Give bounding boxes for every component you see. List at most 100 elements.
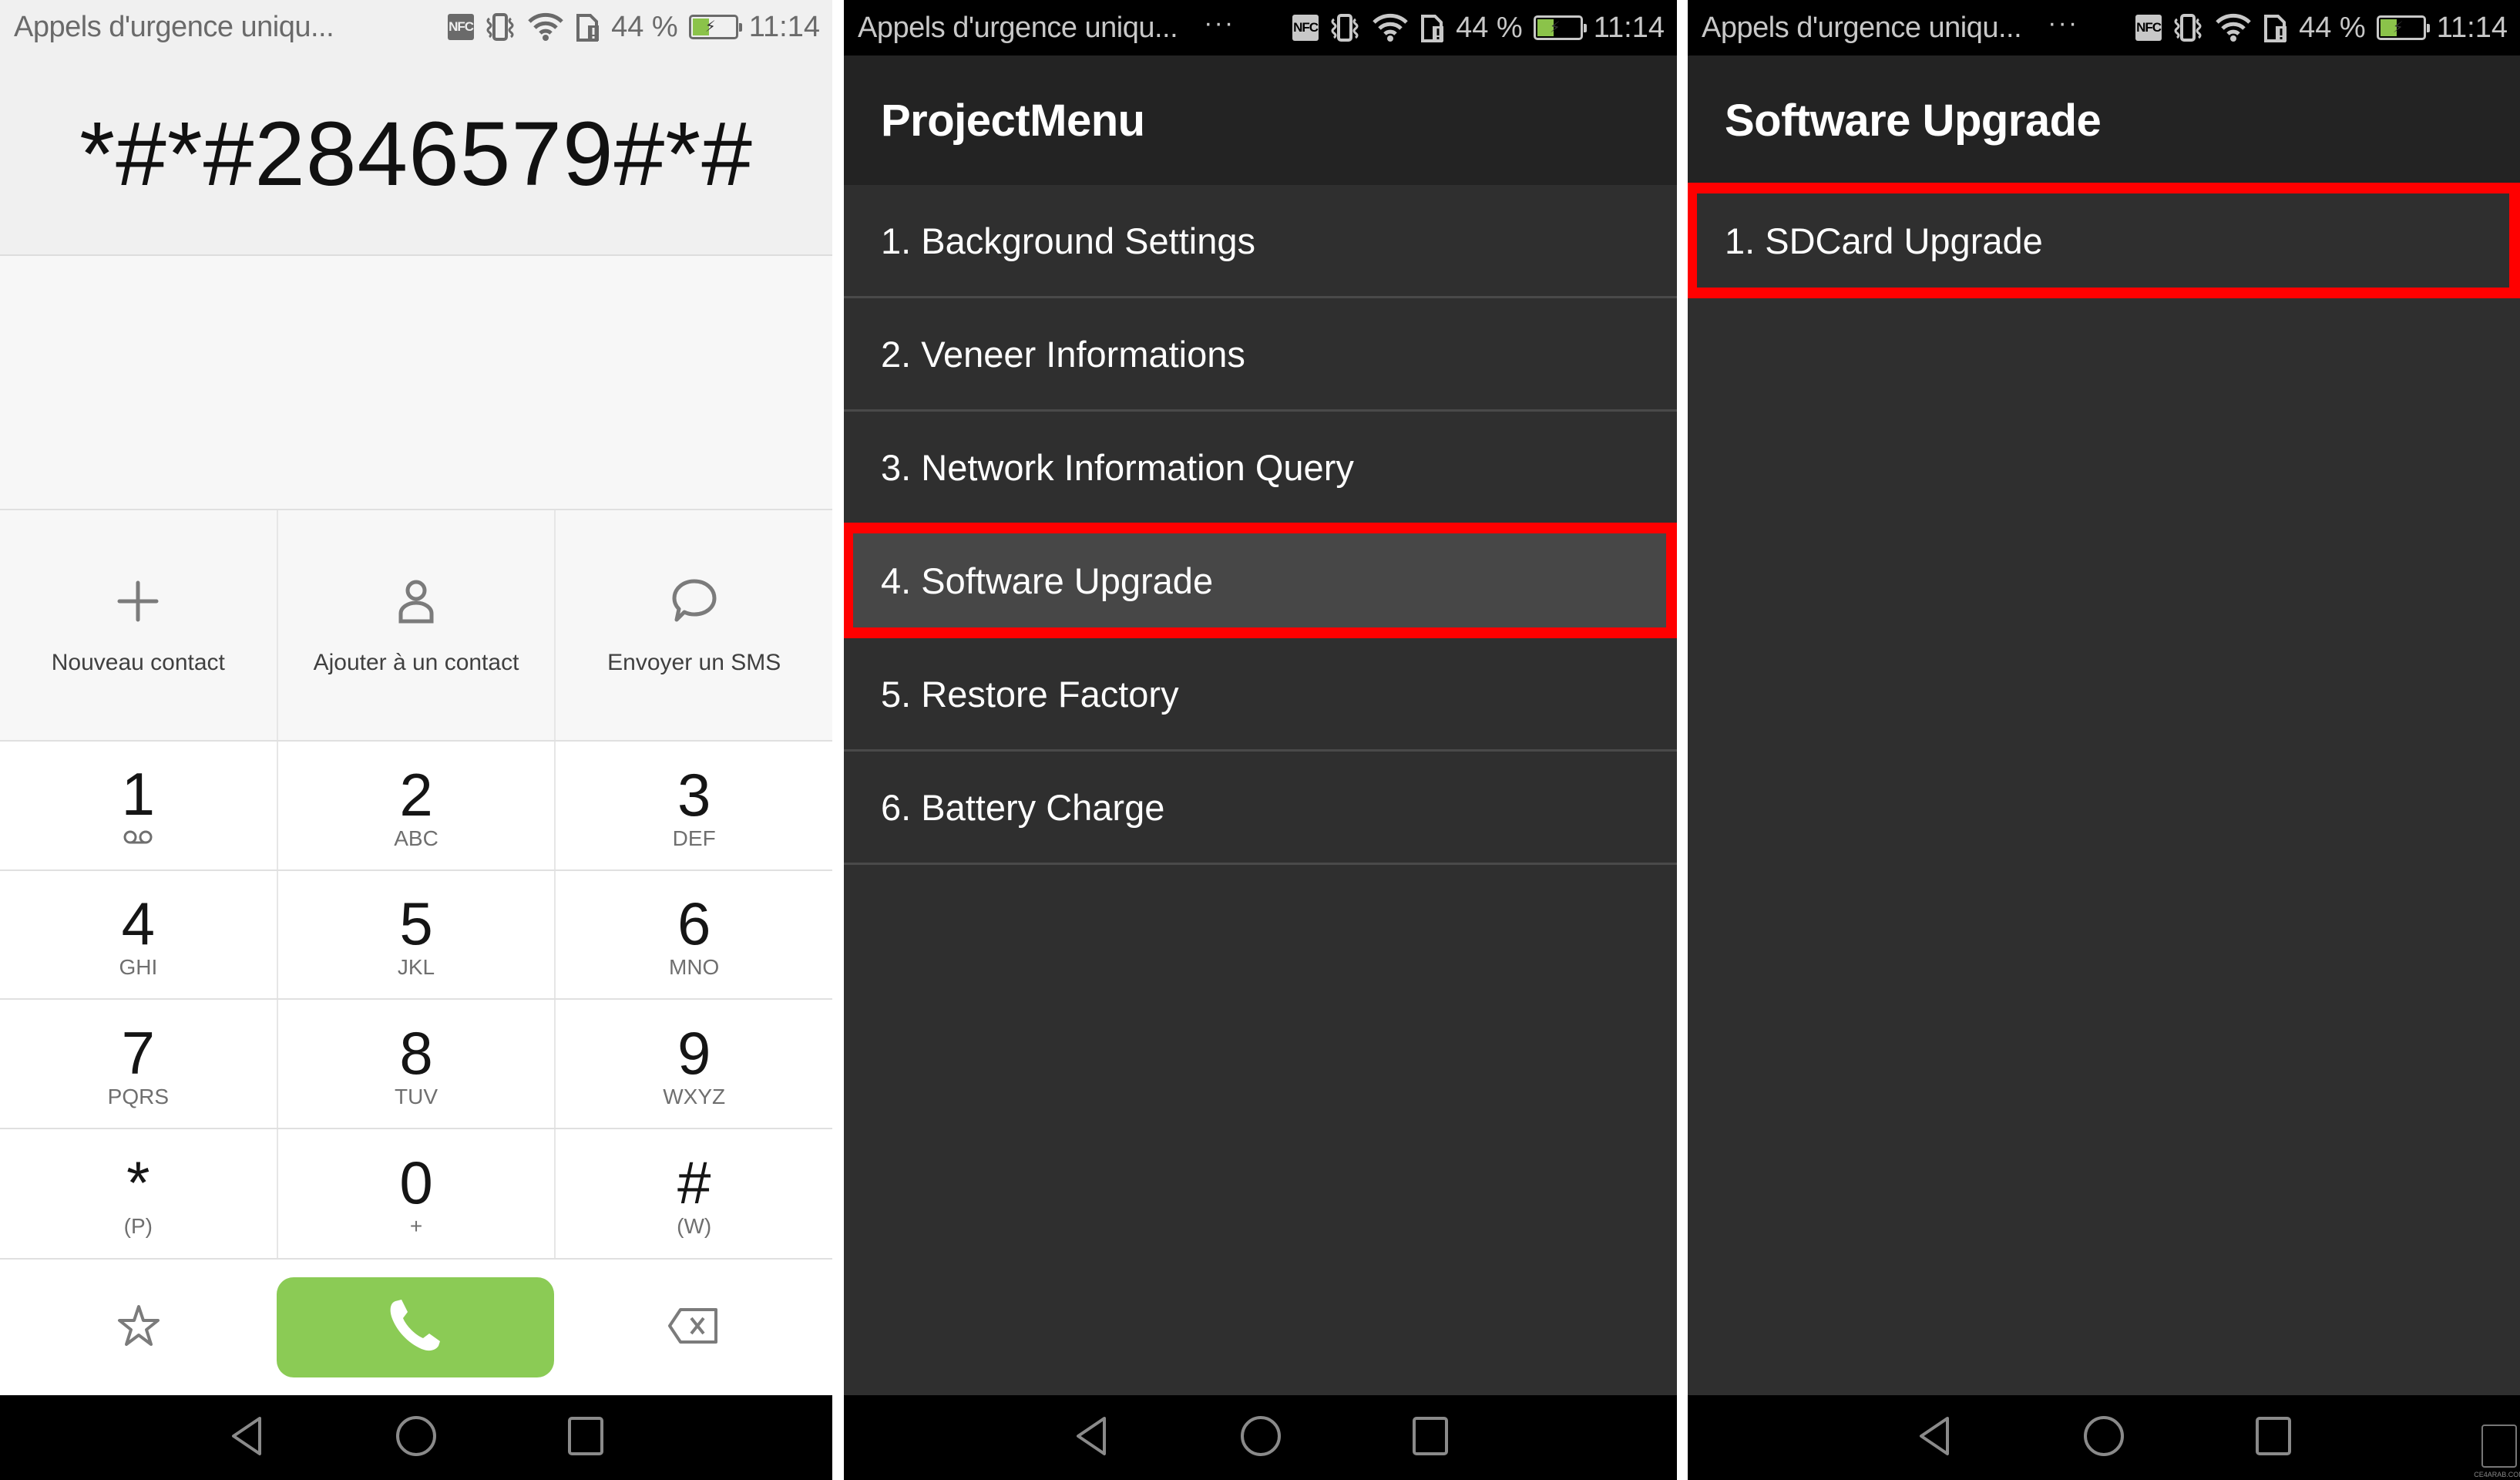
nfc-icon: NFC: [1292, 15, 1319, 41]
battery-charging-icon: ⚡: [688, 15, 742, 39]
favorites-button[interactable]: [0, 1303, 277, 1353]
nfc-icon: NFC: [2135, 15, 2162, 41]
key-digit: 0: [399, 1149, 433, 1217]
dialer-actions-row: Nouveau contact Ajouter à un contact Env…: [0, 509, 832, 742]
dialed-number: *#*#2846579#*#: [79, 103, 753, 205]
menu-item-label: 1. SDCard Upgrade: [1725, 220, 2043, 261]
key-5[interactable]: 5 JKL: [278, 870, 556, 998]
menu-item-background-settings[interactable]: 1. Background Settings: [844, 185, 1677, 298]
more-notifications-icon: ···: [2048, 8, 2079, 38]
status-bar: Appels d'urgence uniqu... NFC 44 % ⚡ 11:…: [0, 0, 832, 54]
recents-button[interactable]: [2250, 1414, 2297, 1461]
sim-alert-icon: [2263, 12, 2288, 43]
back-button[interactable]: [223, 1414, 270, 1461]
key-letters: TUV: [395, 1084, 438, 1108]
keypad-row: 4 GHI 5 JKL 6 MNO: [0, 870, 832, 1000]
dialer-screen: Appels d'urgence uniqu... NFC 44 % ⚡ 11:…: [0, 0, 832, 1480]
key-letters: JKL: [397, 955, 435, 980]
recents-icon: [2254, 1415, 2293, 1461]
vibrate-icon: [2172, 13, 2203, 42]
key-2[interactable]: 2 ABC: [278, 742, 556, 870]
send-sms-button[interactable]: Envoyer un SMS: [556, 510, 832, 740]
backspace-button[interactable]: [554, 1307, 831, 1349]
key-letters: ABC: [394, 826, 438, 850]
menu-item-veneer-informations[interactable]: 2. Veneer Informations: [844, 298, 1677, 412]
battery-percent: 44 %: [611, 10, 678, 43]
key-0[interactable]: 0 +: [278, 1128, 556, 1258]
key-letters: MNO: [669, 955, 720, 980]
more-notifications-icon: ···: [1204, 8, 1235, 38]
status-icons: NFC 44 % ⚡ 11:14: [1292, 12, 1665, 45]
new-contact-button[interactable]: Nouveau contact: [0, 510, 278, 740]
wifi-icon: [1371, 13, 1410, 42]
recents-icon: [566, 1415, 605, 1461]
home-button[interactable]: [2081, 1414, 2127, 1461]
watermark-icon: [2481, 1424, 2517, 1468]
keypad-row: 1 2 ABC 3 DEF: [0, 742, 832, 871]
back-icon: [1917, 1415, 1952, 1461]
clock: 11:14: [1593, 11, 1665, 44]
key-digit: 4: [121, 890, 156, 958]
key-letters: (W): [677, 1214, 712, 1239]
key-hash[interactable]: # (W): [556, 1129, 832, 1259]
menu-item-label: 2. Veneer Informations: [881, 333, 1245, 375]
key-digit: 5: [399, 890, 433, 958]
navigation-bar: [0, 1395, 832, 1480]
chat-bubble-icon: [670, 574, 718, 628]
status-icons: NFC 44 % ⚡ 11:14: [2135, 12, 2508, 45]
home-button[interactable]: [1238, 1414, 1284, 1461]
dialer-bottom-bar: [0, 1258, 832, 1395]
menu-item-label: 5. Restore Factory: [881, 673, 1179, 715]
carrier-text: Appels d'urgence uniqu...: [858, 11, 1178, 44]
call-button[interactable]: [277, 1277, 554, 1377]
wifi-icon: [2214, 13, 2253, 42]
key-1[interactable]: 1: [0, 742, 278, 870]
key-star[interactable]: * (P): [0, 1128, 278, 1258]
menu-item-software-upgrade[interactable]: 4. Software Upgrade: [844, 523, 1677, 638]
menu-item-label: 1. Background Settings: [881, 220, 1255, 261]
back-button[interactable]: [1911, 1414, 1957, 1461]
add-to-contact-label: Ajouter à un contact: [313, 650, 519, 675]
software-upgrade-list: 1. SDCard Upgrade: [1688, 183, 2520, 298]
home-button[interactable]: [393, 1414, 439, 1461]
menu-item-label: 6. Battery Charge: [881, 786, 1165, 828]
key-8[interactable]: 8 TUV: [278, 1000, 556, 1128]
key-6[interactable]: 6 MNO: [556, 871, 832, 999]
key-digit: #: [677, 1149, 711, 1217]
menu-item-battery-charge[interactable]: 6. Battery Charge: [844, 752, 1677, 865]
person-icon: [397, 574, 435, 628]
back-button[interactable]: [1068, 1414, 1114, 1461]
key-9[interactable]: 9 WXYZ: [556, 1000, 832, 1128]
carrier-text: Appels d'urgence uniqu...: [1702, 11, 2022, 44]
back-icon: [1074, 1415, 1109, 1461]
menu-item-sdcard-upgrade[interactable]: 1. SDCard Upgrade: [1688, 183, 2520, 298]
recents-button[interactable]: [1407, 1414, 1453, 1461]
watermark-text: CE4ARAB.COM: [2474, 1471, 2520, 1478]
menu-item-network-information-query[interactable]: 3. Network Information Query: [844, 412, 1677, 525]
home-icon: [2082, 1414, 2125, 1462]
page-title: ProjectMenu: [881, 95, 1145, 146]
keypad-row: * (P) 0 + # (W): [0, 1128, 832, 1259]
nfc-icon: NFC: [448, 14, 475, 40]
backspace-icon: [667, 1307, 719, 1349]
recents-button[interactable]: [563, 1414, 609, 1461]
key-4[interactable]: 4 GHI: [0, 870, 278, 998]
keypad-row: 7 PQRS 8 TUV 9 WXYZ: [0, 1000, 832, 1129]
recents-icon: [1411, 1415, 1450, 1461]
key-3[interactable]: 3 DEF: [556, 742, 832, 870]
software-upgrade-screen: Appels d'urgence uniqu... ··· NFC 44 % ⚡…: [1688, 0, 2520, 1480]
key-letters: PQRS: [107, 1084, 170, 1108]
key-digit: 9: [677, 1018, 711, 1087]
title-bar: ProjectMenu: [844, 56, 1677, 185]
add-to-contact-button[interactable]: Ajouter à un contact: [278, 510, 556, 740]
key-7[interactable]: 7 PQRS: [0, 1000, 278, 1128]
key-letters: WXYZ: [663, 1084, 726, 1108]
dialer-empty-area: [0, 256, 832, 509]
clock: 11:14: [748, 10, 820, 43]
new-contact-label: Nouveau contact: [51, 650, 225, 675]
status-icons: NFC 44 % ⚡ 11:14: [448, 11, 820, 44]
menu-item-restore-factory[interactable]: 5. Restore Factory: [844, 638, 1677, 752]
dialed-number-display[interactable]: *#*#2846579#*#: [0, 54, 832, 256]
battery-percent: 44 %: [1456, 11, 1523, 44]
clock: 11:14: [2436, 11, 2508, 44]
